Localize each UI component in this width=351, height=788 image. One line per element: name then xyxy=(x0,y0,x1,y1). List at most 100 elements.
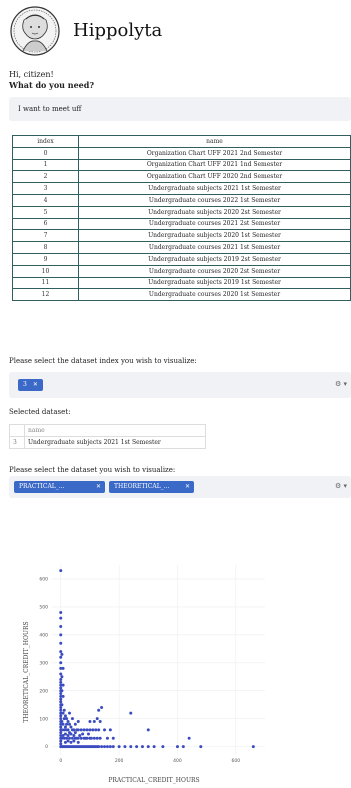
chip-remove-icon[interactable]: ✕ xyxy=(185,481,190,493)
column-header-name[interactable]: name xyxy=(78,135,351,148)
data-point[interactable] xyxy=(59,624,63,628)
data-point[interactable] xyxy=(69,732,73,736)
data-point[interactable] xyxy=(105,736,109,740)
data-point[interactable] xyxy=(59,569,63,573)
column-header-name[interactable]: name xyxy=(24,424,206,437)
chevron-down-icon[interactable]: ▾ xyxy=(343,380,347,388)
data-point[interactable] xyxy=(68,736,72,740)
datasets-table-container[interactable]: index name 0 Organization Chart UFF 2021 … xyxy=(12,135,351,342)
data-point[interactable] xyxy=(59,616,63,620)
table-row[interactable]: 8 Undergraduate courses 2021 1st Semester xyxy=(12,241,351,254)
data-point[interactable] xyxy=(65,717,69,721)
data-point[interactable] xyxy=(59,655,63,659)
data-point[interactable] xyxy=(59,700,63,704)
multiselect-controls[interactable]: ⚙ ▾ xyxy=(335,482,347,490)
chip-remove-icon[interactable]: ✕ xyxy=(96,481,101,493)
data-point[interactable] xyxy=(65,736,69,740)
data-point[interactable] xyxy=(187,736,191,740)
column-chip-practical[interactable]: PRACTICAL_... ✕ xyxy=(14,481,105,493)
data-point[interactable] xyxy=(92,736,96,740)
data-point[interactable] xyxy=(95,736,99,740)
data-point[interactable] xyxy=(59,680,63,684)
data-point[interactable] xyxy=(66,739,70,743)
data-point[interactable] xyxy=(59,611,63,614)
data-point[interactable] xyxy=(123,745,127,749)
data-point[interactable] xyxy=(72,733,76,737)
data-point[interactable] xyxy=(82,728,86,732)
data-point[interactable] xyxy=(61,722,65,726)
index-multiselect[interactable]: 3 ✕ ⚙ ▾ xyxy=(9,372,351,398)
data-point[interactable] xyxy=(60,675,64,679)
data-point[interactable] xyxy=(89,736,93,740)
data-point[interactable] xyxy=(117,745,121,749)
data-point[interactable] xyxy=(63,740,67,744)
data-point[interactable] xyxy=(78,733,82,737)
data-point[interactable] xyxy=(76,719,80,723)
chip-remove-icon[interactable]: ✕ xyxy=(33,381,38,388)
data-point[interactable] xyxy=(59,742,63,746)
data-point[interactable] xyxy=(135,745,139,749)
multiselect-controls[interactable]: ⚙ ▾ xyxy=(335,380,347,388)
data-point[interactable] xyxy=(129,745,133,749)
index-chip[interactable]: 3 ✕ xyxy=(18,379,43,391)
data-point[interactable] xyxy=(140,745,144,749)
data-point[interactable] xyxy=(76,740,80,744)
data-point[interactable] xyxy=(111,745,115,749)
table-row[interactable]: 3 Undergraduate subjects 2021 1st Semeste… xyxy=(12,182,351,195)
data-point[interactable] xyxy=(91,728,95,732)
data-point[interactable] xyxy=(97,728,101,732)
columns-multiselect[interactable]: PRACTICAL_... ✕ THEORETICAL_... ✕ ⚙ ▾ xyxy=(9,476,351,498)
data-point[interactable] xyxy=(86,732,90,736)
data-point[interactable] xyxy=(85,728,89,732)
data-point[interactable] xyxy=(59,708,63,712)
data-point[interactable] xyxy=(105,745,109,749)
data-point[interactable] xyxy=(66,728,70,732)
data-point[interactable] xyxy=(97,745,101,749)
data-point[interactable] xyxy=(63,714,67,718)
data-point[interactable] xyxy=(61,694,65,698)
data-point[interactable] xyxy=(59,697,63,701)
data-point[interactable] xyxy=(66,733,70,737)
chevron-down-icon[interactable]: ▾ xyxy=(343,482,347,490)
data-point[interactable] xyxy=(68,711,72,715)
data-point[interactable] xyxy=(108,728,112,732)
data-point[interactable] xyxy=(60,719,64,723)
data-point[interactable] xyxy=(146,728,150,732)
data-point[interactable] xyxy=(161,745,165,749)
data-point[interactable] xyxy=(108,745,112,749)
data-point[interactable] xyxy=(69,740,73,744)
data-point[interactable] xyxy=(69,725,73,729)
data-point[interactable] xyxy=(59,641,63,645)
data-point[interactable] xyxy=(100,745,104,749)
data-point[interactable] xyxy=(59,692,63,696)
data-point[interactable] xyxy=(175,745,179,749)
data-point[interactable] xyxy=(111,736,115,740)
data-point[interactable] xyxy=(61,666,65,670)
data-point[interactable] xyxy=(60,689,64,693)
table-row[interactable]: 9 Undergraduate subjects 2019 2st Semeste… xyxy=(12,252,351,266)
data-point[interactable] xyxy=(72,739,76,743)
table-row[interactable]: 6 Undergraduate courses 2021 2st Semester xyxy=(12,217,351,231)
data-point[interactable] xyxy=(81,732,85,736)
data-point[interactable] xyxy=(65,722,69,726)
data-point[interactable] xyxy=(98,736,102,740)
data-point[interactable] xyxy=(59,672,63,676)
table-row[interactable]: 4 Undergraduate courses 2022 1st Semester xyxy=(12,193,351,207)
column-header-index[interactable]: index xyxy=(12,135,79,148)
data-point[interactable] xyxy=(59,731,63,735)
data-point[interactable] xyxy=(70,736,74,740)
gear-icon[interactable]: ⚙ xyxy=(335,482,341,490)
table-row[interactable]: 12 Undergraduate courses 2020 1st Semeste… xyxy=(12,288,351,302)
data-point[interactable] xyxy=(129,711,133,715)
data-point[interactable] xyxy=(92,719,96,723)
column-chip-theoretical[interactable]: THEORETICAL_... ✕ xyxy=(109,481,194,493)
data-point[interactable] xyxy=(68,722,72,726)
data-point[interactable] xyxy=(79,728,83,732)
data-point[interactable] xyxy=(59,633,63,637)
data-point[interactable] xyxy=(251,745,255,749)
data-point[interactable] xyxy=(59,725,63,729)
data-point[interactable] xyxy=(59,650,63,654)
table-row[interactable]: 5 Undergraduate subjects 2020 2st Semeste… xyxy=(12,205,351,219)
data-point[interactable] xyxy=(59,661,63,665)
data-point[interactable] xyxy=(60,652,64,656)
